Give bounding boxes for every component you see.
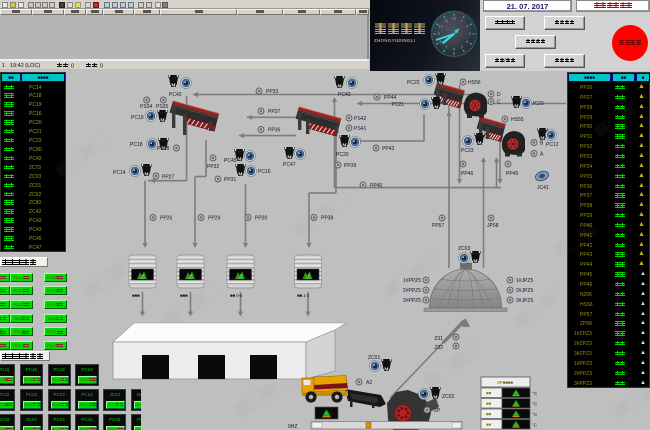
svg-text:PP31: PP31: [224, 177, 236, 183]
svg-text:JP58: JP58: [487, 223, 499, 229]
svg-text:PP33: PP33: [266, 89, 278, 95]
svg-text:■■: ■■: [486, 391, 492, 396]
svg-text:■□■□: ■□■□: [586, 84, 650, 145]
svg-text:3#PPZ5: 3#PPZ5: [403, 298, 421, 304]
svg-text:PP40: PP40: [370, 183, 382, 189]
svg-text:PP32: PP32: [207, 164, 219, 170]
svg-text:PP46: PP46: [461, 171, 473, 177]
svg-text:ZC02: ZC02: [442, 394, 454, 400]
svg-text:■■: ■■: [486, 412, 492, 417]
svg-text:3#JPZ5: 3#JPZ5: [516, 298, 533, 304]
svg-text:PC16: PC16: [258, 169, 271, 175]
svg-text:■□■□: ■□■□: [546, 204, 615, 265]
svg-text:°C: °C: [532, 412, 538, 417]
svg-text:Z32: Z32: [434, 345, 443, 351]
svg-text:PC14: PC14: [113, 170, 126, 176]
svg-text:PC45: PC45: [224, 158, 237, 164]
svg-text:PP37: PP37: [268, 109, 280, 115]
svg-text:PP38: PP38: [321, 216, 333, 222]
svg-text:■■■: ■■■: [180, 293, 188, 298]
svg-text:PS35: PS35: [156, 104, 168, 110]
svg-text:°C: °C: [532, 391, 538, 396]
svg-text:JC23: JC23: [532, 101, 544, 107]
svg-text:PP26: PP26: [160, 216, 172, 222]
svg-text:■■: ■■: [486, 422, 492, 427]
svg-text:Z31: Z31: [434, 336, 443, 342]
svg-text:■□■□: ■□■□: [606, 364, 650, 425]
svg-text:PC22: PC22: [407, 80, 420, 86]
svg-text:PS34: PS34: [140, 104, 152, 110]
svg-text:PC18: PC18: [130, 142, 143, 148]
svg-text:PP30: PP30: [255, 216, 267, 222]
svg-text:PC43: PC43: [338, 92, 351, 98]
svg-text:2#PPZ5: 2#PPZ5: [403, 288, 421, 294]
svg-text:1#PPZ5: 1#PPZ5: [403, 278, 421, 284]
svg-text:A: A: [540, 152, 544, 158]
svg-text:D: D: [497, 92, 501, 98]
svg-text:ZP: ZP: [434, 408, 441, 414]
svg-text:HS56: HS56: [468, 80, 481, 86]
svg-text:PP45: PP45: [506, 171, 518, 177]
svg-text:PP44: PP44: [384, 95, 396, 101]
svg-text:PP43: PP43: [382, 146, 394, 152]
svg-text:PP57: PP57: [432, 223, 444, 229]
svg-text:ZC03: ZC03: [458, 246, 470, 252]
svg-text:0HZ: 0HZ: [288, 424, 297, 430]
svg-text:■■ 1-2: ■■ 1-2: [297, 293, 310, 298]
svg-text:■■: ■■: [486, 401, 492, 406]
svg-text:PS41: PS41: [354, 126, 366, 132]
svg-text:PC19: PC19: [131, 115, 144, 121]
svg-text:XP■■■■: XP■■■■: [497, 380, 513, 385]
svg-text:1#JPZ5: 1#JPZ5: [516, 278, 533, 284]
svg-text:ZC01: ZC01: [368, 355, 380, 361]
svg-text:PP28: PP28: [157, 146, 169, 152]
svg-text:B: B: [540, 141, 544, 147]
svg-text:PP27: PP27: [162, 175, 174, 181]
svg-text:2#JPZ5: 2#JPZ5: [516, 288, 533, 294]
svg-text:■□■□: ■□■□: [46, 124, 115, 185]
svg-text:PC23: PC23: [461, 148, 474, 154]
svg-text:PC21: PC21: [391, 102, 404, 108]
svg-text:PP29: PP29: [208, 216, 220, 222]
svg-text:■■ 0-5: ■■ 0-5: [230, 293, 243, 298]
svg-text:PC12: PC12: [546, 142, 559, 148]
svg-text:°C: °C: [532, 423, 538, 428]
svg-text:PC20: PC20: [336, 152, 349, 158]
svg-text:C: C: [497, 100, 501, 106]
svg-text:PS42: PS42: [354, 116, 366, 122]
svg-text:°C: °C: [532, 402, 538, 407]
svg-text:PP36: PP36: [268, 128, 280, 134]
svg-text:HS55: HS55: [511, 117, 524, 123]
svg-text:■□■□: ■□■□: [416, 334, 485, 395]
svg-text:■■■: ■■■: [132, 293, 140, 298]
svg-text:PC47: PC47: [283, 162, 296, 168]
svg-text:JC41: JC41: [537, 185, 549, 191]
svg-text:A2: A2: [366, 380, 372, 386]
svg-text:PC42: PC42: [169, 92, 182, 98]
svg-text:PP39: PP39: [344, 163, 356, 169]
